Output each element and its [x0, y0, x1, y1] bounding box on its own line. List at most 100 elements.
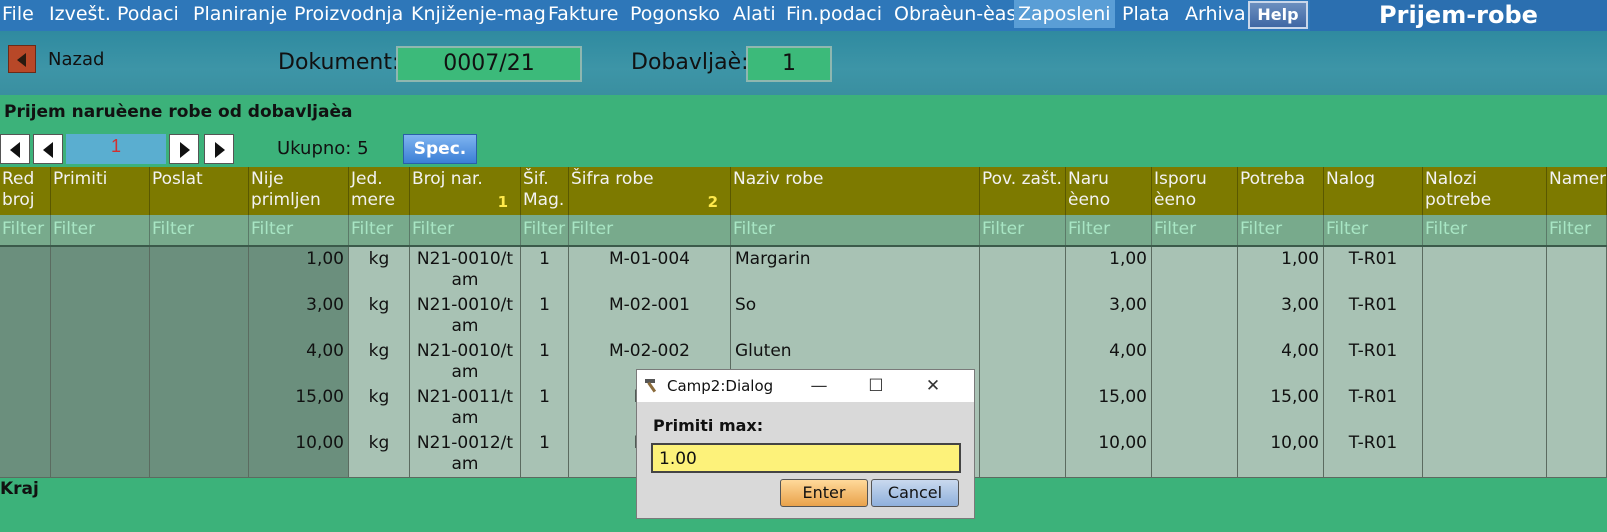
- filter-input[interactable]: Filter: [51, 215, 150, 245]
- table-cell[interactable]: [0, 431, 51, 477]
- cancel-button[interactable]: Cancel: [871, 479, 959, 507]
- menu-item[interactable]: Fin.podaci: [786, 0, 882, 28]
- table-cell[interactable]: [51, 431, 150, 477]
- dialog-label: Primiti max:: [653, 416, 764, 435]
- dialog-titlebar[interactable]: Camp2:Dialog — ☐ ✕: [637, 370, 974, 402]
- menu-item[interactable]: Pogonsko: [630, 0, 720, 28]
- column-header[interactable]: Potreba: [1238, 167, 1324, 215]
- table-cell: [1423, 431, 1547, 477]
- page-number-field[interactable]: 1: [66, 134, 166, 164]
- column-header[interactable]: Red broj: [0, 167, 51, 215]
- prev-page-icon: [43, 142, 53, 158]
- table-cell: 3,00: [249, 293, 349, 339]
- spec-button[interactable]: Spec.: [403, 134, 477, 164]
- table-cell[interactable]: [0, 247, 51, 293]
- menu-item[interactable]: Planiranje: [193, 0, 287, 28]
- menu-item[interactable]: Fakture: [548, 0, 618, 28]
- next-page-button[interactable]: [169, 134, 199, 164]
- table-cell: [980, 385, 1066, 431]
- dialog-title: Camp2:Dialog: [667, 377, 774, 395]
- table-cell: N21-0012/tam: [410, 431, 521, 477]
- table-row[interactable]: 3,00 kg N21-0010/tam 1 M-02-001 So 3,00 3,00 T-R…: [0, 293, 1607, 340]
- table-row[interactable]: 1,00 kg N21-0010/tam 1 M-01-004 Margarin 1,00 1…: [0, 247, 1607, 294]
- filter-input[interactable]: Filter: [249, 215, 349, 245]
- table-cell[interactable]: [51, 293, 150, 339]
- filter-input[interactable]: Filter: [1423, 215, 1547, 245]
- filter-input[interactable]: Filter: [521, 215, 569, 245]
- filter-input[interactable]: Filter: [569, 215, 731, 245]
- filter-input[interactable]: Filter: [1238, 215, 1324, 245]
- column-header[interactable]: Broj nar. 1: [410, 167, 521, 215]
- menu-item[interactable]: Izvešt.: [49, 0, 111, 28]
- column-header-label: Šif. Mag.: [523, 169, 565, 210]
- table-cell: M-01-004: [569, 247, 731, 293]
- column-header[interactable]: Nije primljen: [249, 167, 349, 215]
- menu-item[interactable]: Proizvodnja: [294, 0, 403, 28]
- menu-item[interactable]: Zaposleni: [1014, 0, 1115, 28]
- last-page-button[interactable]: [204, 134, 234, 164]
- enter-button[interactable]: Enter: [780, 479, 868, 507]
- column-header[interactable]: Pov. zašt.: [980, 167, 1066, 215]
- table-cell: [980, 339, 1066, 385]
- column-header[interactable]: Primiti: [51, 167, 150, 215]
- sort-order-badge: 2: [707, 193, 718, 211]
- column-header[interactable]: Šif. Mag.: [521, 167, 569, 215]
- back-button[interactable]: [8, 45, 36, 73]
- column-header[interactable]: Namena: [1547, 167, 1607, 215]
- filter-row: Filter Filter Filter Filter Filter Filter Filt…: [0, 215, 1607, 247]
- table-cell: N21-0010/tam: [410, 339, 521, 385]
- table-cell[interactable]: [51, 247, 150, 293]
- menu-item[interactable]: Knjiženje-mag: [411, 0, 546, 28]
- table-cell[interactable]: [0, 385, 51, 431]
- column-header[interactable]: Isporu èeno: [1152, 167, 1238, 215]
- filter-input[interactable]: Filter: [731, 215, 980, 245]
- column-header[interactable]: Šifra robe 2: [569, 167, 731, 215]
- menu-item[interactable]: File: [2, 0, 34, 28]
- column-header-label: Isporu èeno: [1154, 169, 1207, 210]
- table-cell: 15,00: [1066, 385, 1152, 431]
- window-title: Prijem-robe: [1310, 0, 1607, 31]
- column-header[interactable]: Naru èeno: [1066, 167, 1152, 215]
- table-cell: [1423, 339, 1547, 385]
- table-cell[interactable]: [51, 385, 150, 431]
- table-cell[interactable]: [0, 293, 51, 339]
- menu-item[interactable]: Alati: [733, 0, 776, 28]
- first-page-button[interactable]: [0, 134, 30, 164]
- section-title: Prijem naruèene robe od dobavljaèa: [4, 102, 353, 122]
- table-header: Red broj Primiti Poslat Nije primljen Jed. m…: [0, 167, 1607, 216]
- column-header-label: Potreba: [1240, 169, 1305, 189]
- filter-input[interactable]: Filter: [1152, 215, 1238, 245]
- prev-page-button[interactable]: [33, 134, 63, 164]
- menu-item[interactable]: Obraèun-èas: [894, 0, 1016, 28]
- document-field[interactable]: 0007/21: [396, 46, 582, 82]
- menu-item[interactable]: Arhiva: [1185, 0, 1246, 28]
- minimize-icon[interactable]: —: [804, 374, 834, 398]
- hammer-icon: [645, 379, 657, 393]
- menu-item[interactable]: Plata: [1122, 0, 1169, 28]
- table-cell: N21-0010/tam: [410, 247, 521, 293]
- filter-input[interactable]: Filter: [0, 215, 51, 245]
- column-header[interactable]: Nalog: [1324, 167, 1423, 215]
- menu-item[interactable]: Podaci: [117, 0, 179, 28]
- column-header[interactable]: Jed. mere: [349, 167, 410, 215]
- help-button[interactable]: Help: [1248, 1, 1308, 29]
- filter-input[interactable]: Filter: [1547, 215, 1607, 245]
- primiti-max-input[interactable]: 1.00: [651, 443, 961, 473]
- filter-input[interactable]: Filter: [349, 215, 410, 245]
- filter-input[interactable]: Filter: [1324, 215, 1423, 245]
- filter-input[interactable]: Filter: [150, 215, 249, 245]
- table-cell: N21-0011/tam: [410, 385, 521, 431]
- table-cell[interactable]: [51, 339, 150, 385]
- maximize-icon[interactable]: ☐: [861, 374, 891, 398]
- table-cell: 1,00: [1238, 247, 1324, 293]
- back-label[interactable]: Nazad: [48, 49, 104, 70]
- column-header[interactable]: Poslat: [150, 167, 249, 215]
- filter-input[interactable]: Filter: [980, 215, 1066, 245]
- column-header[interactable]: Naziv robe: [731, 167, 980, 215]
- column-header[interactable]: Nalozi potrebe: [1423, 167, 1547, 215]
- supplier-field[interactable]: 1: [746, 46, 832, 82]
- close-icon[interactable]: ✕: [918, 374, 948, 398]
- filter-input[interactable]: Filter: [1066, 215, 1152, 245]
- filter-input[interactable]: Filter: [410, 215, 521, 245]
- table-cell[interactable]: [0, 339, 51, 385]
